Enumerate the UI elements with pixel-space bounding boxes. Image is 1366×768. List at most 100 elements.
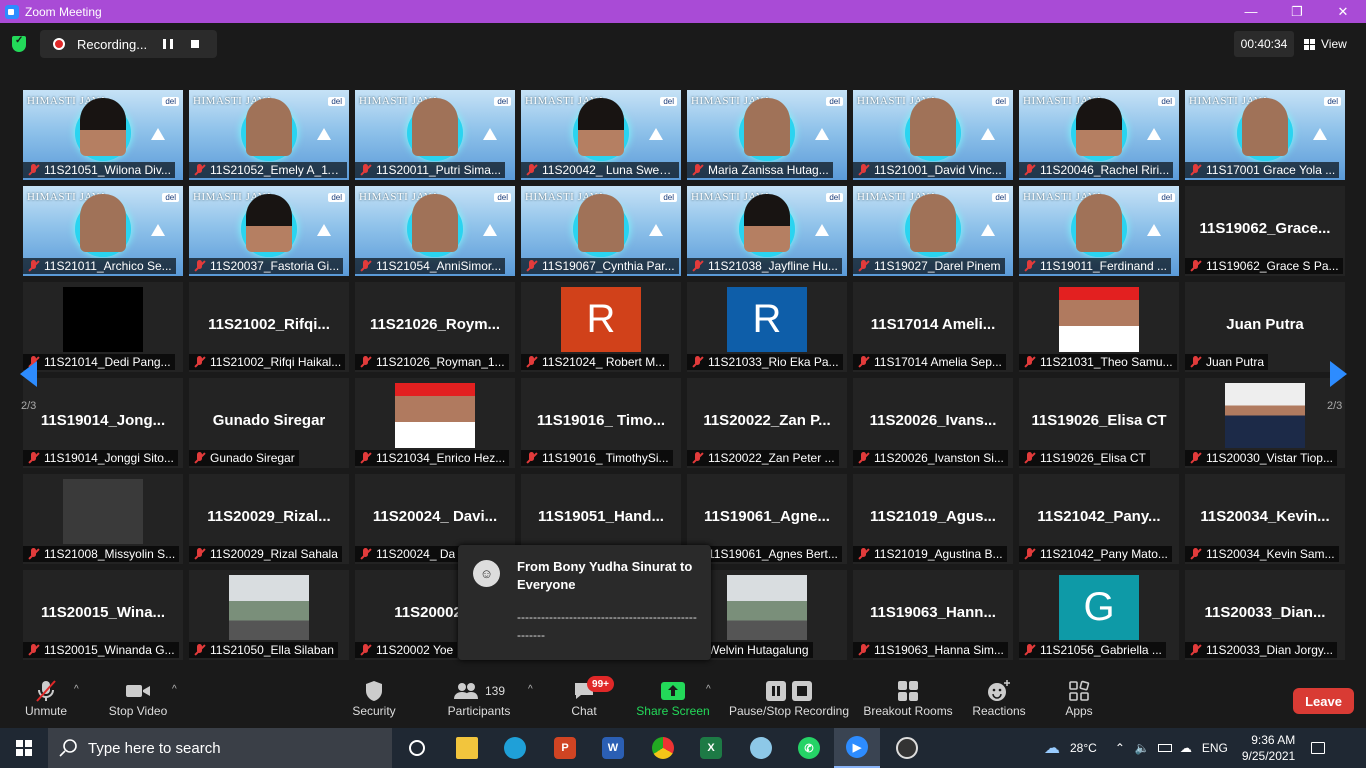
notification-center-icon[interactable] [1311, 742, 1326, 754]
participant-tile[interactable]: 11S20026_Ivans... 11S20026_Ivanston Si... [853, 378, 1013, 468]
breakout-rooms-button[interactable]: Breakout Rooms [862, 678, 954, 718]
participant-name: 11S21019_Agustina B... [874, 547, 1003, 561]
obs-icon[interactable] [884, 728, 930, 768]
participant-tile[interactable]: 11S21002_Rifqi... 11S21002_Rifqi Haikal..… [189, 282, 349, 372]
word-icon[interactable]: W [590, 728, 636, 768]
participant-tile[interactable]: 11S21042_Pany... 11S21042_Pany Mato... [1019, 474, 1179, 564]
participant-tile[interactable]: HIMASTI JAYA del 11S17001 Grace Yola ... [1185, 90, 1345, 180]
participant-tile[interactable]: 11S21026_Roym... 11S21026_Royman_1... [355, 282, 515, 372]
chat-notification-popup[interactable]: ☺ From Bony Yudha Sinurat to Everyone --… [458, 545, 711, 660]
participant-tile[interactable]: HIMASTI JAYA del 11S21054_AnniSimor... [355, 186, 515, 276]
participant-tile[interactable]: 11S17014 Ameli... 11S17014 Amelia Sep... [853, 282, 1013, 372]
participant-tile[interactable]: HIMASTI JAYA del 11S19067_Cynthia Par... [521, 186, 681, 276]
participant-tile[interactable]: 11S21008_Missyolin S... [23, 474, 183, 564]
participant-tile[interactable]: HIMASTI JAYA del 11S21051_Wilona Div... [23, 90, 183, 180]
zoom-taskbar-icon[interactable]: ▶ [834, 728, 880, 768]
security-button[interactable]: Security [348, 678, 400, 718]
reactions-button[interactable]: Reactions [970, 678, 1028, 718]
weather-cloud-icon[interactable]: ☁ [1044, 738, 1060, 758]
participant-tile[interactable]: 11S19016_ Timo... 11S19016_ TimothySi... [521, 378, 681, 468]
restore-button[interactable]: ❐ [1274, 0, 1320, 23]
task-view-icon[interactable] [394, 728, 440, 768]
tray-chevron-icon[interactable]: ⌃ [1115, 741, 1125, 755]
start-button[interactable] [0, 728, 48, 768]
leave-button[interactable]: Leave [1293, 688, 1354, 714]
participants-caret-icon[interactable]: ^ [528, 684, 533, 695]
stop-recording-icon[interactable] [191, 40, 199, 48]
apps-button[interactable]: Apps [1060, 678, 1098, 718]
unmute-button[interactable]: Unmute [20, 678, 72, 718]
pause-recording-icon[interactable] [163, 39, 173, 49]
participant-tile[interactable]: 11S20022_Zan P... 11S20022_Zan Peter ... [687, 378, 847, 468]
participant-tile[interactable]: HIMASTI JAYA del 11S21011_Archico Se... [23, 186, 183, 276]
language-indicator[interactable]: ENG [1202, 741, 1228, 755]
participant-tile[interactable]: HIMASTI JAYA del 11S21052_Emely A_11... [189, 90, 349, 180]
participant-tile[interactable]: HIMASTI JAYA del 11S21038_Jayfline Hu... [687, 186, 847, 276]
participant-tile[interactable]: R 11S21024_ Robert M... [521, 282, 681, 372]
participant-tile[interactable]: HIMASTI JAYA del 11S19027_Darel Pinem [853, 186, 1013, 276]
video-options-caret-icon[interactable]: ^ [172, 684, 177, 695]
close-button[interactable]: ✕ [1320, 0, 1366, 23]
next-page-arrow-icon[interactable] [1330, 361, 1347, 387]
participant-tile[interactable]: HIMASTI JAYA del 11S19011_Ferdinand ... [1019, 186, 1179, 276]
participant-tile[interactable]: G 11S21056_Gabriella ... [1019, 570, 1179, 660]
participant-tile[interactable]: 11S21034_Enrico Hez... [355, 378, 515, 468]
participant-tile[interactable]: 11S21031_Theo Samu... [1019, 282, 1179, 372]
participant-tile[interactable]: HIMASTI JAYA del 11S21001_David Vinc... [853, 90, 1013, 180]
audio-options-caret-icon[interactable]: ^ [74, 684, 79, 695]
participant-tile[interactable]: 11S19062_Grace... 11S19062_Grace S Pa... [1185, 186, 1345, 276]
participant-tile[interactable]: HIMASTI JAYA del 11S20046_Rachel Riri... [1019, 90, 1179, 180]
participant-name-caption: Gunado Siregar [189, 450, 299, 466]
participant-name-caption: 11S21054_AnniSimor... [355, 258, 506, 274]
participant-tile[interactable]: HIMASTI JAYA del Maria Zanissa Hutag... [687, 90, 847, 180]
previous-page-arrow-icon[interactable] [20, 361, 37, 387]
participants-button[interactable]: 139 Participants [446, 678, 512, 718]
participant-tile[interactable]: HIMASTI JAYA del 11S20037_Fastoria Gi... [189, 186, 349, 276]
muted-mic-icon [858, 452, 870, 464]
participant-tile[interactable]: 11S20034_Kevin... 11S20034_Kevin Sam... [1185, 474, 1345, 564]
participant-tile[interactable]: 11S20029_Rizal... 11S20029_Rizal Sahala [189, 474, 349, 564]
share-screen-button[interactable]: Share Screen [636, 678, 710, 718]
snipping-tool-icon[interactable] [738, 728, 784, 768]
participant-tile[interactable]: Juan Putra Juan Putra [1185, 282, 1345, 372]
participant-tile[interactable]: 11S20033_Dian... 11S20033_Dian Jorgy... [1185, 570, 1345, 660]
battery-icon[interactable] [1157, 744, 1172, 752]
participant-tile[interactable]: 11S21014_Dedi Pang... [23, 282, 183, 372]
participant-tile[interactable]: Gunado Siregar Gunado Siregar [189, 378, 349, 468]
participant-tile[interactable]: 11S19061_Agne... 11S19061_Agnes Bert... [687, 474, 847, 564]
participant-name-display: Gunado Siregar [212, 412, 326, 429]
participant-tile[interactable]: 11S21050_Ella Silaban [189, 570, 349, 660]
participant-tile[interactable]: 11S19063_Hann... 11S19063_Hanna Sim... [853, 570, 1013, 660]
excel-icon[interactable]: X [688, 728, 734, 768]
participant-tile[interactable]: R 11S21033_Rio Eka Pa... [687, 282, 847, 372]
participant-tile[interactable]: 11S19026_Elisa CT 11S19026_Elisa CT [1019, 378, 1179, 468]
clock[interactable]: 9:36 AM 9/25/2021 [1242, 732, 1295, 764]
edge-browser-icon[interactable] [492, 728, 538, 768]
file-explorer-icon[interactable] [444, 728, 490, 768]
participant-tile[interactable]: 11S20015_Wina... 11S20015_Winanda G... [23, 570, 183, 660]
muted-mic-icon [1190, 164, 1202, 176]
search-input[interactable] [88, 739, 378, 757]
participant-tile[interactable]: HIMASTI JAYA del 11S20042_ Luna Swee... [521, 90, 681, 180]
participant-name-caption: 11S20046_Rachel Riri... [1019, 162, 1174, 178]
taskbar-search[interactable] [48, 728, 392, 768]
temperature[interactable]: 28°C [1070, 741, 1097, 755]
participant-tile[interactable]: 11S20030_Vistar Tiop... [1185, 378, 1345, 468]
participant-tile[interactable]: Welvin Hutagalung [687, 570, 847, 660]
chrome-icon[interactable] [640, 728, 686, 768]
share-options-caret-icon[interactable]: ^ [706, 684, 711, 695]
speaker-icon[interactable]: 🔈 [1135, 741, 1150, 755]
minimize-button[interactable]: — [1228, 0, 1274, 23]
powerpoint-icon[interactable]: P [542, 728, 588, 768]
onedrive-cloud-icon[interactable]: ☁ [1180, 741, 1192, 755]
muted-mic-icon [1190, 356, 1202, 368]
participant-tile[interactable]: HIMASTI JAYA del 11S20011_Putri Sima... [355, 90, 515, 180]
del-logo: del [826, 96, 843, 106]
pause-stop-recording-button[interactable]: Pause/Stop Recording [728, 678, 850, 718]
participant-tile[interactable]: 11S21019_Agus... 11S21019_Agustina B... [853, 474, 1013, 564]
stop-video-button[interactable]: Stop Video [105, 678, 171, 718]
whatsapp-icon[interactable]: ✆ [786, 728, 832, 768]
security-shield-icon[interactable] [12, 35, 26, 52]
view-button[interactable]: View [1304, 31, 1347, 57]
participant-tile[interactable]: 11S19014_Jong... 11S19014_Jonggi Sito... [23, 378, 183, 468]
